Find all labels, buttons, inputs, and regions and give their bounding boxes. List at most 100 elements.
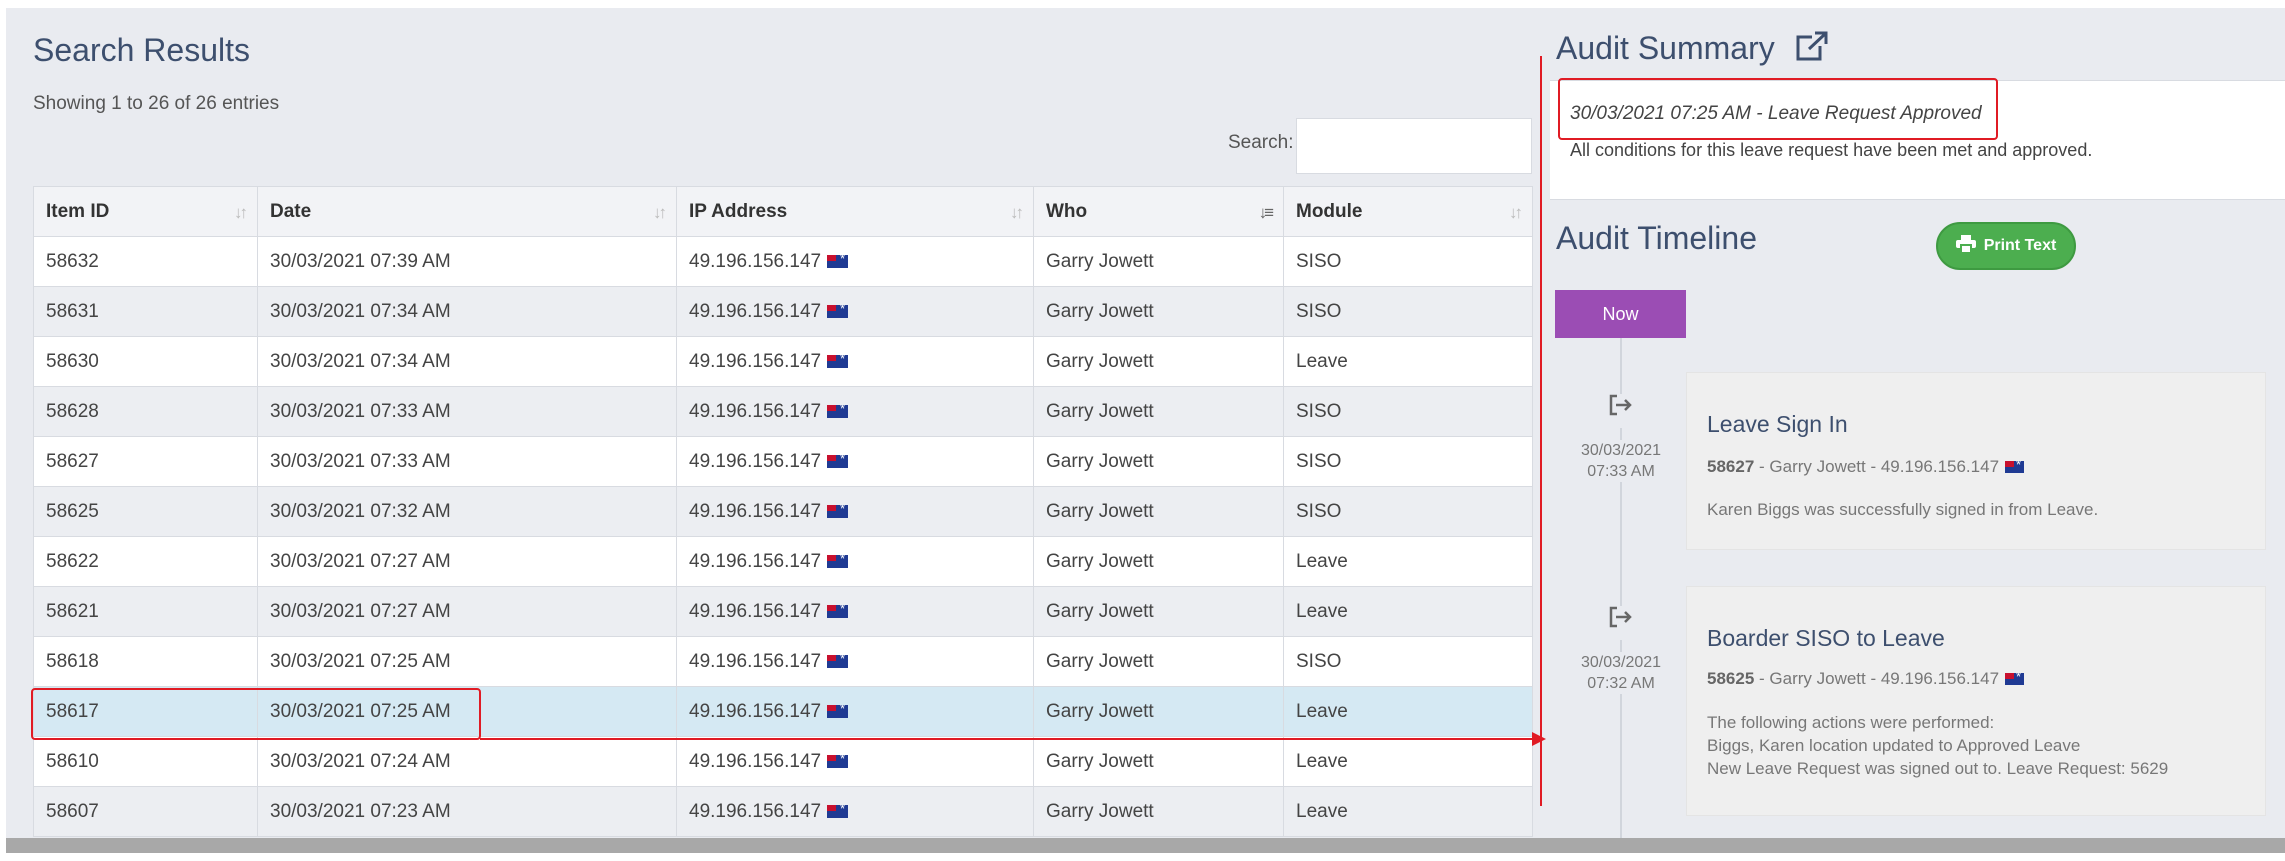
cell-ip-address: 49.196.156.147	[676, 386, 1034, 437]
cell-date: 30/03/2021 07:25 AM	[257, 636, 677, 687]
cell-module: SISO	[1283, 486, 1533, 537]
now-badge: Now	[1555, 290, 1686, 338]
table-header-row: Item ID ↓↑ Date ↓↑ IP Address ↓↑ Who ↓≡ Modu…	[33, 186, 1533, 237]
results-table: Item ID ↓↑ Date ↓↑ IP Address ↓↑ Who ↓≡ Modu…	[33, 186, 1533, 837]
column-header-date[interactable]: Date ↓↑	[257, 186, 677, 237]
australia-flag-icon	[2005, 461, 2025, 473]
timeline-card-title: Boarder SISO to Leave	[1707, 625, 1945, 651]
table-row[interactable]: 5862130/03/2021 07:27 AM49.196.156.147Ga…	[33, 586, 1533, 637]
australia-flag-icon	[827, 604, 849, 618]
timeline-card: Boarder SISO to Leave 58625 - Garry Jowe…	[1686, 586, 2266, 816]
cell-date: 30/03/2021 07:23 AM	[257, 786, 677, 837]
entries-info: Showing 1 to 26 of 26 entries	[33, 93, 280, 114]
cell-who: Garry Jowett	[1033, 636, 1284, 687]
cell-item-id: 58607	[33, 786, 258, 837]
audit-timeline-title: Audit Timeline	[1556, 220, 1757, 256]
cell-who: Garry Jowett	[1033, 436, 1284, 487]
cell-item-id: 58617	[33, 686, 258, 737]
search-results-panel: Search Results Showing 1 to 26 of 26 ent…	[6, 8, 1546, 846]
column-header-ip-address[interactable]: IP Address ↓↑	[676, 186, 1034, 237]
table-row[interactable]: 5861730/03/2021 07:25 AM49.196.156.147Ga…	[33, 686, 1533, 737]
cell-date: 30/03/2021 07:25 AM	[257, 686, 677, 737]
timeline-card-meta: 58625 - Garry Jowett - 49.196.156.147	[1707, 669, 2025, 689]
cell-date: 30/03/2021 07:24 AM	[257, 736, 677, 787]
cell-module: Leave	[1283, 736, 1533, 787]
australia-flag-icon	[827, 704, 849, 718]
annotation-arrow-head	[1532, 732, 1546, 746]
cell-who: Garry Jowett	[1033, 736, 1284, 787]
external-link-icon[interactable]	[1796, 31, 1828, 69]
search-label: Search:	[1228, 132, 1294, 153]
table-row[interactable]: 5862830/03/2021 07:33 AM49.196.156.147Ga…	[33, 386, 1533, 437]
cell-item-id: 58627	[33, 436, 258, 487]
cell-module: Leave	[1283, 786, 1533, 837]
cell-date: 30/03/2021 07:32 AM	[257, 486, 677, 537]
cell-item-id: 58621	[33, 586, 258, 637]
page-title: Search Results	[33, 32, 250, 68]
cell-date: 30/03/2021 07:27 AM	[257, 586, 677, 637]
column-header-who[interactable]: Who ↓≡	[1033, 186, 1284, 237]
search-input[interactable]	[1296, 118, 1532, 174]
audit-summary-box: 30/03/2021 07:25 AM - Leave Request Appr…	[1550, 80, 2285, 200]
sort-icon: ↓↑	[1509, 203, 1523, 222]
cell-module: SISO	[1283, 236, 1533, 287]
summary-heading: 30/03/2021 07:25 AM - Leave Request Appr…	[1570, 103, 1982, 124]
print-text-label: Print Text	[1983, 237, 2057, 254]
column-header-module[interactable]: Module ↓↑	[1283, 186, 1533, 237]
australia-flag-icon	[827, 804, 849, 818]
column-header-item-id[interactable]: Item ID ↓↑	[33, 186, 258, 237]
australia-flag-icon	[827, 304, 849, 318]
australia-flag-icon	[827, 354, 849, 368]
cell-date: 30/03/2021 07:27 AM	[257, 536, 677, 587]
australia-flag-icon	[827, 554, 849, 568]
cell-ip-address: 49.196.156.147	[676, 436, 1034, 487]
timeline-card-title: Leave Sign In	[1707, 411, 1848, 437]
table-row[interactable]: 5862230/03/2021 07:27 AM49.196.156.147Ga…	[33, 536, 1533, 587]
table-row[interactable]: 5861030/03/2021 07:24 AM49.196.156.147Ga…	[33, 736, 1533, 787]
cell-who: Garry Jowett	[1033, 586, 1284, 637]
table-row[interactable]: 5862730/03/2021 07:33 AM49.196.156.147Ga…	[33, 436, 1533, 487]
table-row[interactable]: 5863130/03/2021 07:34 AM49.196.156.147Ga…	[33, 286, 1533, 337]
cell-who: Garry Jowett	[1033, 336, 1284, 387]
cell-date: 30/03/2021 07:33 AM	[257, 386, 677, 437]
cell-who: Garry Jowett	[1033, 236, 1284, 287]
cell-module: SISO	[1283, 636, 1533, 687]
cell-ip-address: 49.196.156.147	[676, 786, 1034, 837]
table-row[interactable]: 5861830/03/2021 07:25 AM49.196.156.147Ga…	[33, 636, 1533, 687]
australia-flag-icon	[827, 454, 849, 468]
cell-who: Garry Jowett	[1033, 486, 1284, 537]
cell-module: Leave	[1283, 686, 1533, 737]
print-text-button[interactable]: Print Text	[1936, 222, 2076, 270]
audit-summary-title: Audit Summary	[1556, 30, 1828, 69]
table-row[interactable]: 5860730/03/2021 07:23 AM49.196.156.147Ga…	[33, 786, 1533, 837]
cell-ip-address: 49.196.156.147	[676, 536, 1034, 587]
cell-item-id: 58618	[33, 636, 258, 687]
bottom-scrollbar[interactable]	[6, 838, 2285, 853]
australia-flag-icon	[2005, 673, 2025, 685]
cell-ip-address: 49.196.156.147	[676, 586, 1034, 637]
cell-module: Leave	[1283, 586, 1533, 637]
cell-module: Leave	[1283, 336, 1533, 387]
timeline-date: 30/03/2021 07:33 AM	[1566, 440, 1676, 482]
table-row[interactable]: 5862530/03/2021 07:32 AM49.196.156.147Ga…	[33, 486, 1533, 537]
timeline-card-meta: 58627 - Garry Jowett - 49.196.156.147	[1707, 457, 2025, 477]
app-frame: Search Results Showing 1 to 26 of 26 ent…	[6, 8, 2285, 846]
cell-ip-address: 49.196.156.147	[676, 686, 1034, 737]
australia-flag-icon	[827, 654, 849, 668]
australia-flag-icon	[827, 754, 849, 768]
audit-panel: Audit Summary 30/03/2021 07:25 AM - Leav…	[1550, 8, 2285, 846]
printer-icon	[1955, 234, 1976, 258]
cell-item-id: 58631	[33, 286, 258, 337]
sort-icon: ↓↑	[1010, 203, 1024, 222]
sort-icon: ↓↑	[653, 203, 667, 222]
table-row[interactable]: 5863030/03/2021 07:34 AM49.196.156.147Ga…	[33, 336, 1533, 387]
sign-in-icon	[1601, 606, 1641, 640]
australia-flag-icon	[827, 404, 849, 418]
cell-date: 30/03/2021 07:33 AM	[257, 436, 677, 487]
cell-item-id: 58632	[33, 236, 258, 287]
cell-who: Garry Jowett	[1033, 286, 1284, 337]
table-row[interactable]: 5863230/03/2021 07:39 AM49.196.156.147Ga…	[33, 236, 1533, 287]
timeline-date: 30/03/2021 07:32 AM	[1566, 652, 1676, 694]
cell-who: Garry Jowett	[1033, 386, 1284, 437]
cell-module: SISO	[1283, 436, 1533, 487]
